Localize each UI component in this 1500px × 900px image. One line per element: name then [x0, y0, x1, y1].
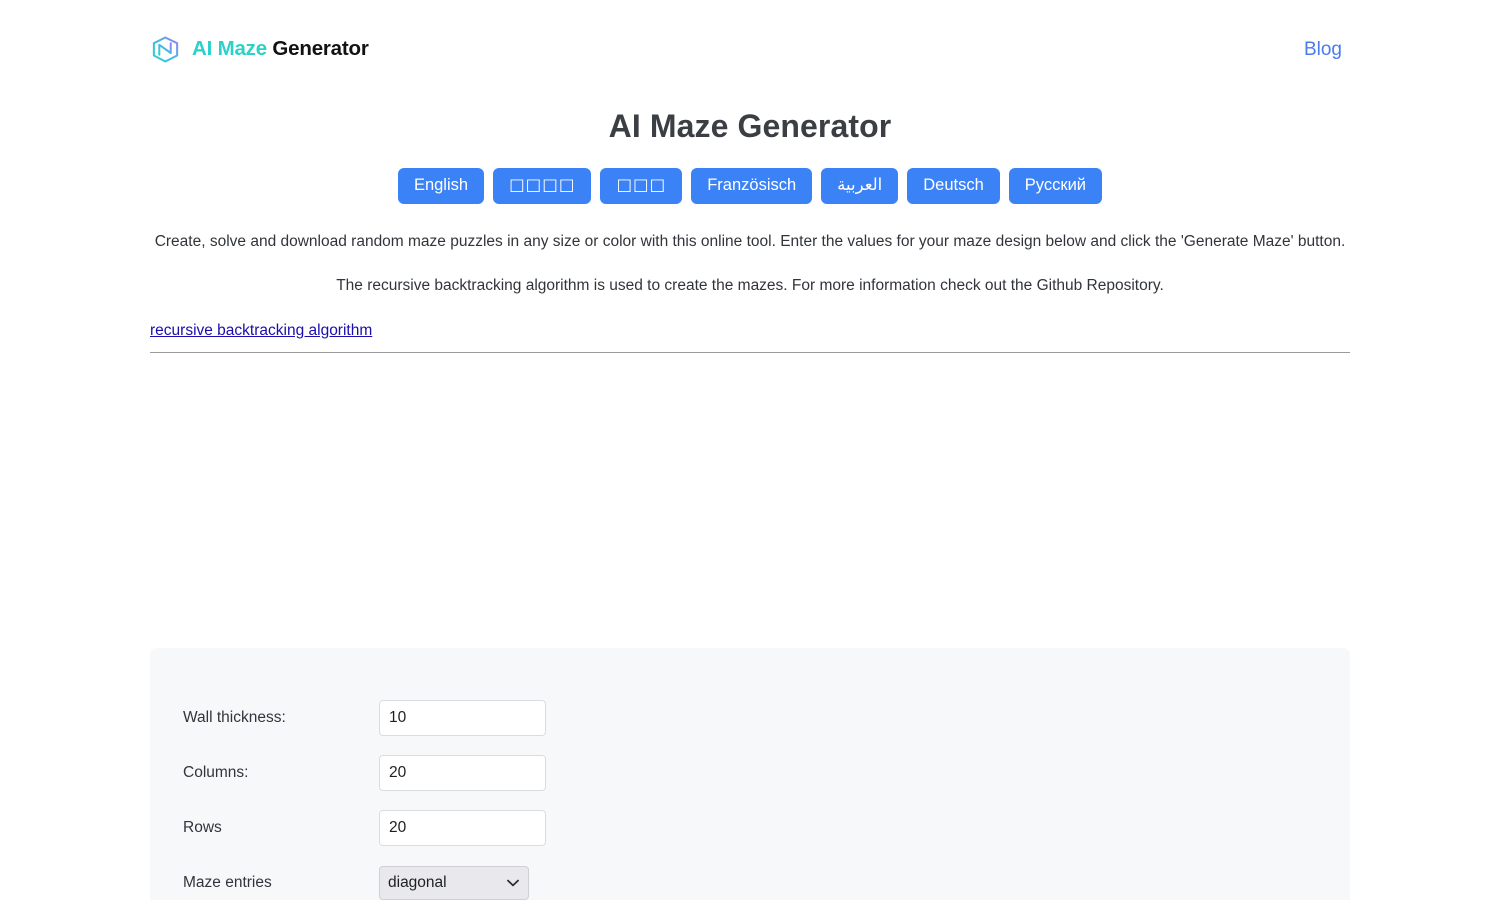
- page-title: AI Maze Generator: [608, 108, 892, 144]
- maze-entries-select-wrapper: diagonal: [379, 865, 529, 900]
- wall-thickness-label: Wall thickness:: [183, 708, 286, 726]
- maze-entries-label: Maze entries: [183, 873, 272, 891]
- wall-thickness-input[interactable]: [379, 699, 546, 736]
- page-root: AI Maze Generator Blog AI Maze Generator…: [0, 0, 1500, 900]
- language-button-english[interactable]: English: [397, 168, 485, 204]
- site-header: AI Maze Generator Blog: [0, 0, 1500, 98]
- algorithm-link-row: recursive backtracking algorithm: [150, 299, 1350, 340]
- form-row-wall-thickness: Wall thickness:: [183, 699, 1350, 736]
- language-button-japanese[interactable]: □□□□: [493, 168, 592, 204]
- brand-generator-text: Generator: [266, 36, 369, 60]
- form-row-columns: Columns:: [183, 754, 1350, 791]
- language-button-german[interactable]: Deutsch: [907, 168, 1000, 204]
- columns-label: Columns:: [183, 763, 249, 781]
- algorithm-paragraph: The recursive backtracking algorithm is …: [336, 276, 1164, 294]
- advertisement-placeholder: [150, 353, 1350, 648]
- form-row-maze-entries: Maze entries diagonal: [183, 865, 1350, 900]
- recursive-backtracking-link[interactable]: recursive backtracking algorithm: [150, 322, 372, 339]
- maze-settings-panel: Wall thickness: Columns: Rows Maze entri…: [150, 647, 1350, 900]
- maze-entries-select[interactable]: diagonal: [379, 865, 529, 900]
- blog-link[interactable]: Blog: [1304, 40, 1342, 59]
- language-button-french[interactable]: Französisch: [691, 168, 813, 204]
- main-content: AI Maze Generator English □□□□ □□□ Franz…: [150, 98, 1350, 900]
- intro-paragraph: Create, solve and download random maze p…: [154, 232, 1346, 250]
- language-button-arabic[interactable]: العربية: [821, 168, 899, 204]
- maze-cube-icon: [150, 34, 181, 65]
- rows-input[interactable]: [379, 809, 546, 846]
- rows-label: Rows: [183, 818, 222, 836]
- brand-wordmark: AI Maze Generator: [192, 36, 369, 60]
- brand-ai-text: AI Maze: [192, 36, 267, 60]
- language-button-russian[interactable]: Русский: [1008, 168, 1103, 204]
- brand-logo-link[interactable]: AI Maze Generator: [150, 34, 369, 65]
- form-row-rows: Rows: [183, 809, 1350, 846]
- language-selector: English □□□□ □□□ Französisch العربية Deu…: [150, 168, 1350, 204]
- language-button-chinese[interactable]: □□□: [600, 168, 683, 204]
- columns-input[interactable]: [379, 754, 546, 791]
